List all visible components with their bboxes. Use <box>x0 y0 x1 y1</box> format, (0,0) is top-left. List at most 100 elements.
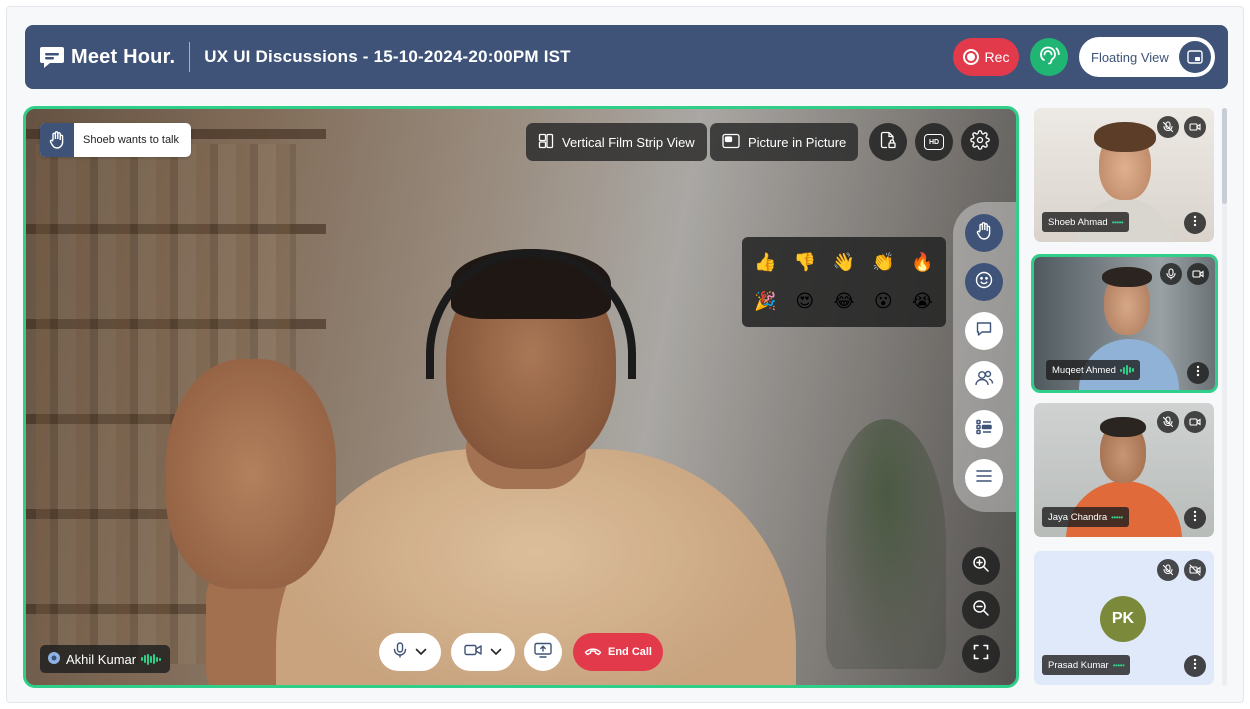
vertical-film-strip-button[interactable]: Vertical Film Strip View <box>526 123 707 161</box>
more-vertical-icon <box>1193 509 1197 527</box>
raised-hand-icon <box>976 221 992 245</box>
participants-scrollbar[interactable] <box>1222 108 1227 686</box>
participant-tile[interactable]: PK Prasad Kumar ••••• <box>1034 551 1214 685</box>
participant-name: Muqeet Ahmed <box>1052 364 1116 376</box>
list-icon <box>975 418 993 441</box>
participant-name-tag: Shoeb Ahmad ••••• <box>1042 212 1130 232</box>
chat-bubble-icon <box>39 45 65 69</box>
zoom-out-button[interactable] <box>962 591 1000 629</box>
voice-speaking-icon <box>1038 44 1060 71</box>
audio-level-icon: ••••• <box>1112 660 1125 670</box>
reaction-thumbs-down[interactable]: 👎 <box>794 253 816 272</box>
reaction-heart-eyes[interactable]: 😍 <box>795 292 814 311</box>
film-strip-icon <box>538 133 554 152</box>
hd-label: HD <box>928 138 940 146</box>
more-menu-button[interactable] <box>965 459 1003 497</box>
meeting-title: UX UI Discussions - 15-10-2024-20:00PM I… <box>204 47 571 66</box>
participant-name-tag: Jaya Chandra ••••• <box>1042 507 1129 527</box>
screen-share-icon <box>534 642 552 663</box>
camera-control[interactable] <box>451 633 515 671</box>
mic-muted-icon <box>1157 116 1179 138</box>
mic-muted-icon <box>1157 411 1179 433</box>
zoom-out-icon <box>972 599 990 622</box>
participant-options-button[interactable] <box>1184 507 1206 529</box>
scrollbar-thumb[interactable] <box>1222 108 1227 204</box>
camera-on-icon <box>1184 116 1206 138</box>
main-video-stage[interactable]: Shoeb wants to talk Vertical Film Strip … <box>23 106 1019 688</box>
side-toolbar <box>953 202 1016 512</box>
audio-level-icon <box>1119 365 1134 375</box>
participant-name: Jaya Chandra <box>1048 511 1108 523</box>
fullscreen-button[interactable] <box>962 635 1000 673</box>
hd-icon: HD <box>924 134 944 150</box>
participant-options-button[interactable] <box>1187 362 1209 384</box>
gear-icon <box>970 129 990 155</box>
top-bar: Meet Hour. UX UI Discussions - 15-10-202… <box>25 25 1228 89</box>
chevron-down-icon <box>415 643 427 661</box>
camera-on-icon <box>1187 263 1209 285</box>
reaction-surprised[interactable]: 😮 <box>874 292 893 311</box>
participant-name-tag: Prasad Kumar ••••• <box>1042 655 1131 675</box>
mic-on-icon <box>1160 263 1182 285</box>
picture-in-picture-label: Picture in Picture <box>748 134 847 150</box>
chat-icon <box>975 320 993 343</box>
participant-name-tag: Muqeet Ahmed <box>1046 360 1140 380</box>
reaction-party[interactable]: 🎉 <box>754 292 776 311</box>
chat-button[interactable] <box>965 312 1003 350</box>
speaker-name-tag: Akhil Kumar <box>40 645 171 673</box>
brand-name: Meet Hour. <box>71 45 176 68</box>
raise-hand-text: Shoeb wants to talk <box>83 134 180 146</box>
video-camera-icon <box>464 643 482 662</box>
microphone-control[interactable] <box>379 633 441 671</box>
reaction-crying[interactable]: 😭 <box>912 292 933 311</box>
camera-off-icon <box>1184 559 1206 581</box>
end-call-button[interactable]: End Call <box>573 633 663 671</box>
reaction-fire[interactable]: 🔥 <box>911 253 933 272</box>
reaction-clap[interactable]: 👏 <box>872 253 894 272</box>
participant-tile[interactable]: Jaya Chandra ••••• <box>1034 403 1214 537</box>
reaction-thumbs-up[interactable]: 👍 <box>754 253 776 272</box>
reaction-laugh[interactable]: 😂 <box>833 292 854 311</box>
record-label: Rec <box>984 49 1010 65</box>
end-call-label: End Call <box>607 646 652 658</box>
speaker-name: Akhil Kumar <box>66 651 137 667</box>
zoom-in-button[interactable] <box>962 547 1000 585</box>
polls-button[interactable] <box>965 410 1003 448</box>
gear-badge-icon <box>47 651 61 668</box>
participants-icon <box>974 369 994 392</box>
floating-window-icon <box>1179 41 1211 73</box>
raise-hand-button[interactable] <box>965 214 1003 252</box>
more-vertical-icon <box>1193 214 1197 232</box>
reactions-panel: 👍 👎 👋 👏 🔥 🎉 😍 😂 😮 😭 <box>742 237 946 327</box>
hamburger-icon <box>975 468 993 489</box>
speaker-video <box>26 109 1016 685</box>
record-button[interactable]: Rec <box>953 38 1019 76</box>
participant-name: Prasad Kumar <box>1048 659 1109 671</box>
participant-name: Shoeb Ahmad <box>1048 216 1108 228</box>
document-share-button[interactable] <box>869 123 907 161</box>
floating-view-button[interactable]: Floating View <box>1079 37 1215 77</box>
settings-button[interactable] <box>961 123 999 161</box>
participant-options-button[interactable] <box>1184 655 1206 677</box>
vertical-film-strip-label: Vertical Film Strip View <box>562 134 695 150</box>
record-icon <box>962 49 979 65</box>
participant-tile[interactable]: Shoeb Ahmad ••••• <box>1034 108 1214 242</box>
audio-level-icon: ••••• <box>1111 512 1123 522</box>
mic-muted-icon <box>1157 559 1179 581</box>
zoom-in-icon <box>972 555 990 578</box>
voice-command-button[interactable] <box>1030 38 1068 76</box>
reactions-button[interactable] <box>965 263 1003 301</box>
picture-in-picture-button[interactable]: Picture in Picture <box>710 123 859 161</box>
hang-up-icon <box>584 646 602 659</box>
reaction-wave[interactable]: 👋 <box>833 253 855 272</box>
camera-on-icon <box>1184 411 1206 433</box>
file-lock-icon <box>879 131 897 154</box>
more-vertical-icon <box>1193 657 1197 675</box>
screen-share-button[interactable] <box>524 633 562 671</box>
hd-quality-button[interactable]: HD <box>915 123 953 161</box>
participant-tile-active-speaker[interactable]: Muqeet Ahmed <box>1031 254 1218 393</box>
smiley-icon <box>975 271 993 294</box>
participant-options-button[interactable] <box>1184 212 1206 234</box>
floating-view-label: Floating View <box>1091 49 1169 65</box>
participants-button[interactable] <box>965 361 1003 399</box>
